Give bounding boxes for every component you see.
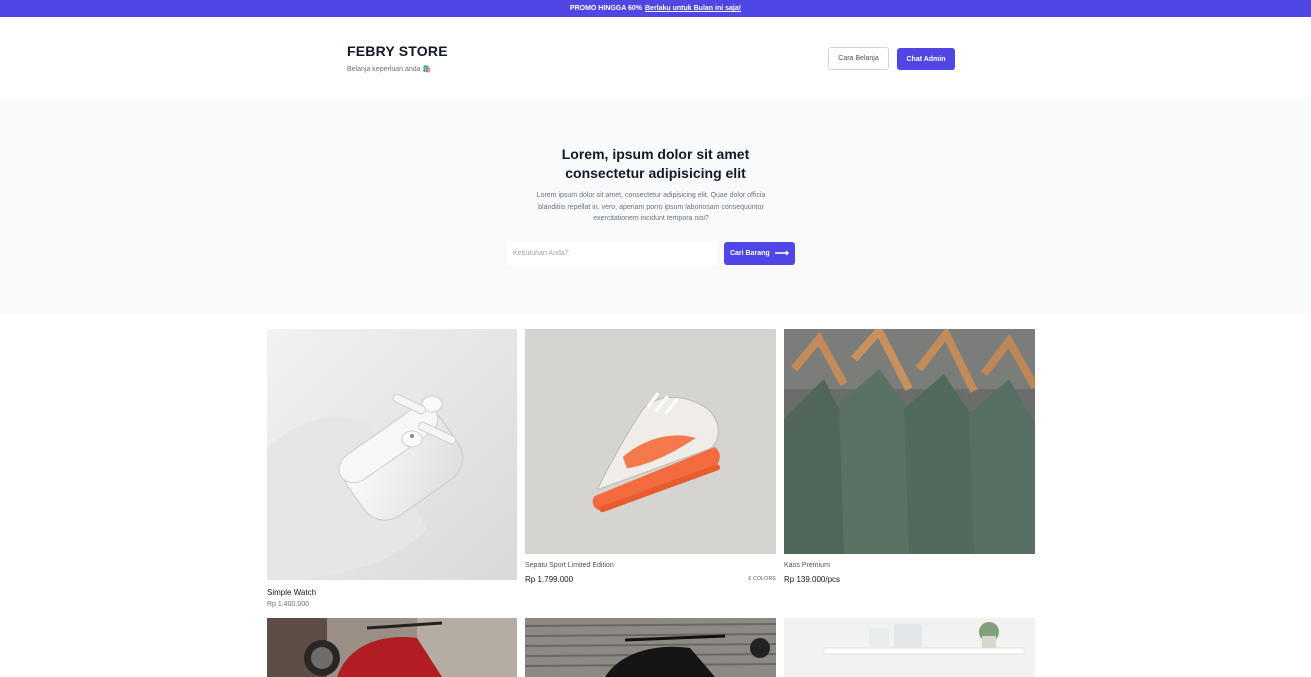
shelf-plants-photo: [784, 618, 1035, 677]
product-price: Rp 1.400.000: [267, 601, 310, 608]
product-card[interactable]: [525, 618, 776, 677]
product-image: [525, 618, 776, 677]
promo-link[interactable]: Berlaku untuk Bulan ini saja!: [645, 5, 741, 12]
product-image: [784, 329, 1035, 554]
hero-title: Lorem, ipsum dolor sit amet consectetur …: [561, 146, 750, 181]
product-name: Simple Watch: [267, 588, 317, 597]
sneaker-photo: [525, 329, 776, 554]
motorcycle-black-photo: [525, 618, 776, 677]
product-name: Kaos Premium: [784, 562, 830, 569]
product-card[interactable]: Kaos Premium Rp 139.000/pcs: [784, 329, 1035, 584]
arrow-right-icon: ⟶: [774, 247, 790, 259]
cara-belanja-button[interactable]: Cara Belanja: [828, 47, 889, 70]
product-price: Rp 1.799.000: [525, 575, 574, 584]
brand[interactable]: FEBRY STORE Belanja keperluan anda 🛍️: [347, 43, 448, 73]
chat-admin-button[interactable]: Chat Admin: [897, 48, 955, 70]
product-image: [267, 329, 517, 580]
hero-description: Lorem ipsum dolor sit amet, consectetur …: [536, 192, 766, 222]
motorcycle-red-photo: [267, 618, 517, 677]
tshirts-on-hangers-photo: [784, 329, 1035, 554]
product-name: Sepatu Sport Limited Edition: [525, 562, 614, 569]
product-price: Rp 139.000/pcs: [784, 575, 841, 584]
product-card[interactable]: [784, 618, 1035, 677]
product-image: [267, 618, 517, 677]
brand-title: FEBRY STORE: [347, 43, 448, 59]
search-button[interactable]: Cari Barang ⟶: [724, 242, 795, 265]
colors-badge: 6 COLORS: [748, 576, 776, 582]
product-image: [784, 618, 1035, 677]
hero-section: Lorem, ipsum dolor sit amet consectetur …: [0, 97, 1311, 313]
product-card[interactable]: Sepatu Sport Limited Edition Rp 1.799.00…: [525, 329, 776, 584]
search-button-label: Cari Barang: [729, 250, 770, 257]
search-input[interactable]: [507, 242, 717, 265]
product-card[interactable]: [267, 618, 517, 677]
product-image: [525, 329, 776, 554]
airpods-photo: [267, 329, 517, 580]
header: FEBRY STORE Belanja keperluan anda 🛍️ Ca…: [0, 17, 1311, 97]
product-card[interactable]: Simple Watch Rp 1.400.000: [267, 329, 517, 608]
promo-text: PROMO HINGGA 60%: [569, 5, 642, 12]
promo-bar: PROMO HINGGA 60% Berlaku untuk Bulan ini…: [0, 0, 1311, 17]
brand-subtitle: Belanja keperluan anda 🛍️: [347, 66, 432, 73]
